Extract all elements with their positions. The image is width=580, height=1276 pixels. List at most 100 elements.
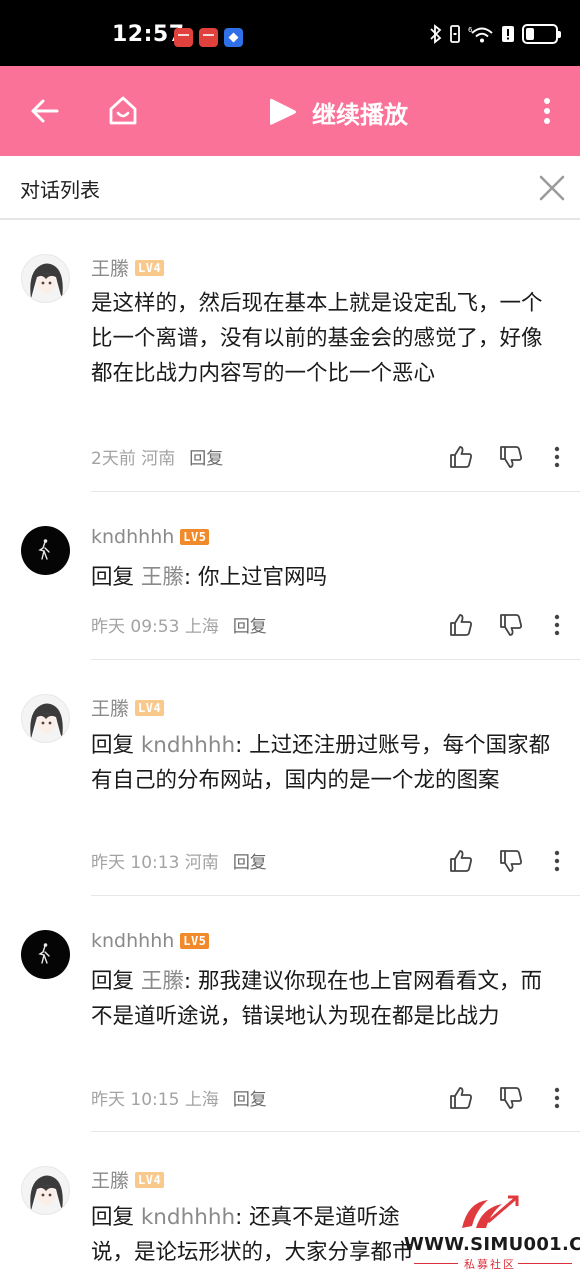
reply-to-user[interactable]: 王縢 xyxy=(141,969,184,994)
dialog-title: 对话列表 xyxy=(20,178,100,202)
continue-play-button[interactable]: 继续播放 xyxy=(268,92,408,132)
thumbs-down-icon xyxy=(500,1087,522,1109)
avatar[interactable] xyxy=(21,526,70,575)
comment-time: 昨天 10:15 xyxy=(91,1090,180,1110)
comment-item: 王縢 LV4 回复 kndhhhh: 上过还注册过账号，每个国家都有自己的分布网… xyxy=(0,660,580,896)
level-badge: LV4 xyxy=(135,259,165,276)
more-vertical-icon xyxy=(554,614,560,636)
username[interactable]: 王縢 xyxy=(91,1166,129,1193)
like-button[interactable] xyxy=(444,1081,478,1115)
username-row: kndhhhh LV5 xyxy=(91,526,210,548)
comment-meta: 2天前 河南 回复 xyxy=(91,444,223,469)
reply-to-user[interactable]: kndhhhh xyxy=(141,733,235,758)
comment-text: 回复 kndhhhh: 还真不是道听途说，是论坛形状的，大家分享都市 xyxy=(91,1200,421,1270)
comment-time: 2天前 xyxy=(91,449,136,469)
comment-more-button[interactable] xyxy=(540,608,574,642)
watermark-rule xyxy=(414,1263,458,1264)
watermark: WWW.SIMU001.CN 私募社区 xyxy=(404,1190,580,1276)
close-button[interactable] xyxy=(534,170,570,206)
username[interactable]: kndhhhh xyxy=(91,930,174,952)
status-bar: 12:57 6 xyxy=(0,0,580,66)
home-button[interactable] xyxy=(100,88,146,134)
username-row: kndhhhh LV5 xyxy=(91,930,210,952)
battery-icon xyxy=(522,24,561,44)
reply-button[interactable]: 回复 xyxy=(233,848,267,873)
vibrate-icon xyxy=(450,25,460,43)
comment-location: 河南 xyxy=(184,853,219,873)
anime-girl-avatar-icon xyxy=(30,1175,63,1211)
comment-item: kndhhhh LV5 回复 王縢: 那我建议你现在也上官网看看文，而不是道听途… xyxy=(0,896,580,1132)
reply-prefix: 回复 xyxy=(91,969,135,994)
more-vertical-icon xyxy=(554,446,560,468)
comment-text: 是这样的，然后现在基本上就是设定乱飞，一个比一个离谱，没有以前的基金会的感觉了，… xyxy=(91,286,561,391)
close-icon xyxy=(539,175,565,201)
reply-button[interactable]: 回复 xyxy=(233,612,267,637)
back-button[interactable] xyxy=(22,88,68,134)
comment-item: kndhhhh LV5 回复 王縢: 你上过官网吗 昨天 09:53 上海 回复 xyxy=(0,492,580,660)
more-vertical-icon xyxy=(554,1087,560,1109)
username-row: 王縢 LV4 xyxy=(91,694,165,721)
username[interactable]: kndhhhh xyxy=(91,526,174,548)
comment-body: 是这样的，然后现在基本上就是设定乱飞，一个比一个离谱，没有以前的基金会的感觉了，… xyxy=(91,291,543,386)
dislike-button[interactable] xyxy=(494,440,528,474)
comment-location: 河南 xyxy=(141,449,176,469)
like-button[interactable] xyxy=(444,440,478,474)
level-badge: LV4 xyxy=(135,1171,165,1188)
like-button[interactable] xyxy=(444,844,478,878)
like-button[interactable] xyxy=(444,608,478,642)
avatar[interactable] xyxy=(21,930,70,979)
anime-girl-avatar-icon xyxy=(30,263,63,299)
continue-play-label: 继续播放 xyxy=(312,100,408,129)
dislike-button[interactable] xyxy=(494,844,528,878)
thumbs-down-icon xyxy=(500,850,522,872)
comment-text: 回复 王縢: 那我建议你现在也上官网看看文，而不是道听途说，错误地认为现在都是比… xyxy=(91,964,561,1034)
reply-to-user[interactable]: 王縢 xyxy=(141,565,184,590)
reply-prefix: 回复 xyxy=(91,565,135,590)
comment-actions xyxy=(440,1081,580,1115)
comment-meta: 昨天 09:53 上海 回复 xyxy=(91,612,267,637)
username[interactable]: 王縢 xyxy=(91,694,129,721)
more-vertical-icon xyxy=(544,98,550,124)
reply-to-user[interactable]: kndhhhh xyxy=(141,1205,235,1230)
dialog-title-bar: 对话列表 xyxy=(0,156,580,220)
dislike-button[interactable] xyxy=(494,608,528,642)
comment-body: : 你上过官网吗 xyxy=(183,565,327,590)
back-arrow-icon xyxy=(31,99,59,123)
thumbs-up-icon xyxy=(450,1087,472,1109)
username[interactable]: 王縢 xyxy=(91,254,129,281)
notification-icons xyxy=(174,28,243,47)
home-icon xyxy=(109,96,137,125)
watermark-url: WWW.SIMU001.CN xyxy=(404,1234,580,1255)
comment-text: 回复 王縢: 你上过官网吗 xyxy=(91,560,561,595)
watermark-rule xyxy=(518,1263,572,1264)
comment-text: 回复 kndhhhh: 上过还注册过账号，每个国家都有自己的分布网站，国内的是一… xyxy=(91,728,561,798)
bluetooth-icon xyxy=(430,24,442,44)
huawei-app-icon xyxy=(174,28,193,47)
comment-location: 上海 xyxy=(184,617,219,637)
avatar[interactable] xyxy=(21,1166,70,1215)
avatar[interactable] xyxy=(21,254,70,303)
reply-button[interactable]: 回复 xyxy=(189,444,223,469)
more-vertical-icon xyxy=(554,850,560,872)
level-badge: LV5 xyxy=(180,933,210,949)
comment-item: 王縢 LV4 是这样的，然后现在基本上就是设定乱飞，一个比一个离谱，没有以前的基… xyxy=(0,220,580,492)
thumbs-up-icon xyxy=(450,614,472,636)
dark-figure-avatar-icon xyxy=(38,943,50,964)
thumbs-up-icon xyxy=(450,850,472,872)
reply-button[interactable]: 回复 xyxy=(233,1085,267,1110)
more-button[interactable] xyxy=(524,88,570,134)
comment-time: 昨天 10:13 xyxy=(91,853,180,873)
huawei-app-icon xyxy=(199,28,218,47)
comment-more-button[interactable] xyxy=(540,440,574,474)
comment-location: 上海 xyxy=(184,1090,219,1110)
username-row: 王縢 LV4 xyxy=(91,254,165,281)
comment-more-button[interactable] xyxy=(540,1081,574,1115)
comment-time: 昨天 09:53 xyxy=(91,617,180,637)
anime-girl-avatar-icon xyxy=(30,703,63,739)
comment-more-button[interactable] xyxy=(540,844,574,878)
wifi-icon: 6 xyxy=(468,26,493,43)
system-icons: 6 xyxy=(430,24,561,44)
alert-icon xyxy=(502,26,514,42)
dislike-button[interactable] xyxy=(494,1081,528,1115)
avatar[interactable] xyxy=(21,694,70,743)
